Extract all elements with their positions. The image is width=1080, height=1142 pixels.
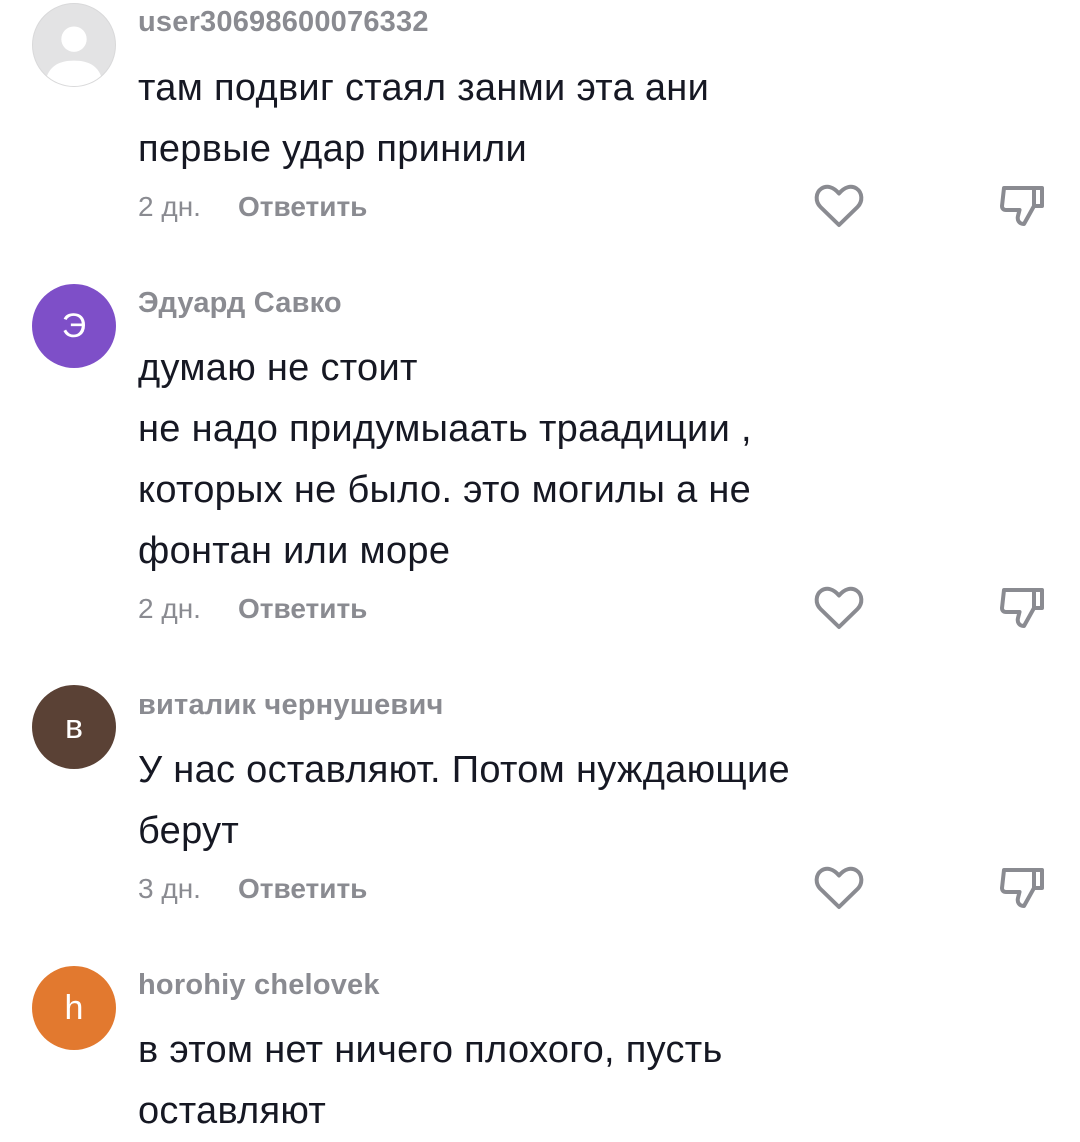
- avatar[interactable]: Э: [32, 284, 116, 368]
- comment-username[interactable]: horohiy chelovek: [138, 969, 380, 1002]
- reply-button[interactable]: Ответить: [238, 593, 367, 625]
- comment-text-line: там подвиг стаял занми эта ани: [138, 67, 710, 109]
- like-button[interactable]: [813, 864, 865, 912]
- thumbs-down-outline-icon: [1000, 868, 1044, 908]
- comment-text-line: первые удар принили: [138, 128, 528, 170]
- like-button[interactable]: [813, 584, 865, 632]
- reply-button[interactable]: Ответить: [238, 191, 367, 223]
- comment-time: 3 дн.: [138, 873, 201, 904]
- reply-button[interactable]: Ответить: [238, 873, 367, 905]
- heart-outline-icon: [814, 586, 864, 629]
- comment-text-line: фонтан или море: [138, 530, 451, 572]
- avatar-letter: Э: [61, 306, 87, 345]
- heart-outline-icon: [814, 184, 864, 227]
- comment-time: 2 дн.: [138, 191, 201, 222]
- comment-text-line: не надо придумыаать траадиции ,: [138, 408, 752, 450]
- thumbs-down-outline-icon: [1000, 186, 1044, 226]
- heart-outline-icon: [814, 866, 864, 909]
- comment-text-line: берут: [138, 810, 240, 852]
- comment-text-line: У нас оставляют. Потом нуждающие: [138, 749, 790, 791]
- avatar[interactable]: [32, 3, 116, 87]
- comment-username[interactable]: user30698600076332: [138, 6, 429, 39]
- default-user-icon: [44, 26, 104, 86]
- avatar[interactable]: в: [32, 685, 116, 769]
- comment-text-line: которых не было. это могилы а не: [138, 469, 752, 511]
- comment-text-line: оставляют: [138, 1090, 327, 1132]
- dislike-button[interactable]: [996, 180, 1048, 232]
- dislike-button[interactable]: [996, 582, 1048, 634]
- avatar-letter: в: [64, 707, 84, 746]
- avatar-letter: h: [64, 988, 84, 1027]
- thumbs-down-outline-icon: [1000, 588, 1044, 628]
- avatar[interactable]: h: [32, 966, 116, 1050]
- comment-text-line: в этом нет ничего плохого, пусть: [138, 1029, 723, 1071]
- like-button[interactable]: [813, 182, 865, 230]
- comment-time: 2 дн.: [138, 593, 201, 624]
- comment-username[interactable]: виталик чернушевич: [138, 689, 444, 722]
- comment-username[interactable]: Эдуард Савко: [138, 287, 342, 320]
- dislike-button[interactable]: [996, 862, 1048, 914]
- comment-text-line: думаю не стоит: [138, 347, 418, 389]
